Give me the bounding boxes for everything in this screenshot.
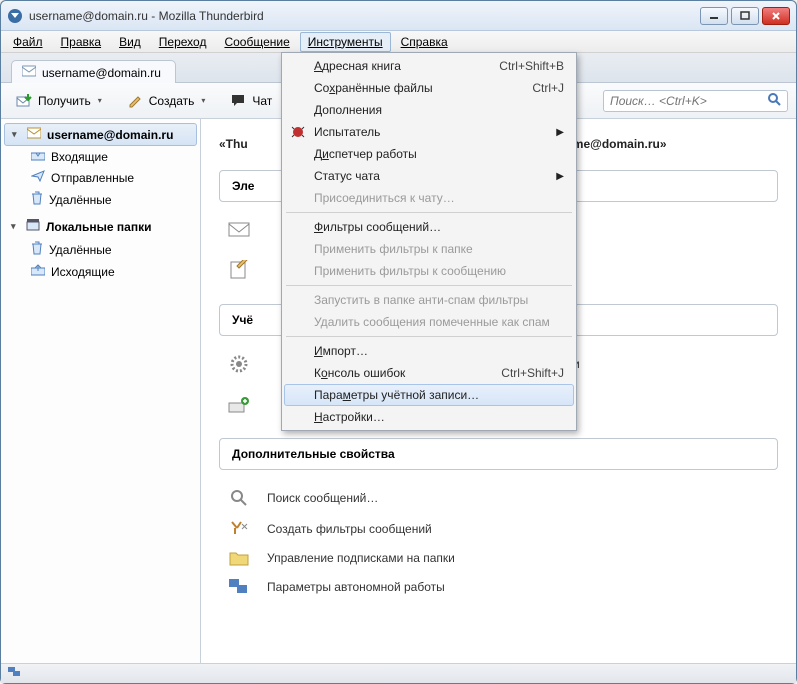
menu-import[interactable]: Импорт…	[284, 340, 574, 362]
separator	[286, 336, 572, 337]
online-status-icon[interactable]	[7, 666, 23, 681]
action-manage-subscriptions[interactable]: Управление подписками на папки	[219, 544, 778, 572]
menu-tools[interactable]: Инструменты	[300, 32, 391, 52]
close-button[interactable]	[762, 7, 790, 25]
menu-view[interactable]: Вид	[111, 32, 149, 52]
tree-sent[interactable]: Отправленные	[1, 167, 200, 188]
search-icon	[767, 92, 781, 109]
search-input[interactable]	[610, 94, 767, 108]
local-folders-icon	[26, 218, 40, 235]
tree-outbox[interactable]: Исходящие	[1, 261, 200, 282]
menu-tester[interactable]: Испытатель▶	[284, 121, 574, 143]
search-icon	[227, 488, 251, 508]
gear-icon	[227, 354, 251, 374]
get-mail-button[interactable]: Получить▾	[9, 89, 108, 113]
statusbar	[1, 663, 796, 683]
action-create-filters[interactable]: Создать фильтры сообщений	[219, 514, 778, 544]
outbox-icon	[31, 264, 45, 279]
trash-icon	[31, 241, 43, 258]
tree-local-folders[interactable]: ▾ Локальные папки	[1, 215, 200, 238]
offline-icon	[227, 578, 251, 596]
menu-addressbook[interactable]: Адресная книгаCtrl+Shift+B	[284, 55, 574, 77]
menu-message[interactable]: Сообщение	[216, 32, 297, 52]
tree-trash-2[interactable]: Удалённые	[1, 238, 200, 261]
mail-account-icon	[27, 127, 41, 142]
tree-account[interactable]: ▾ username@domain.ru	[4, 123, 197, 146]
menu-apply-filters-folder: Применить фильтры к папке	[284, 238, 574, 260]
separator	[286, 212, 572, 213]
folder-tree: ▾ username@domain.ru Входящие Отправленн…	[1, 119, 201, 663]
mail-icon	[22, 65, 36, 80]
menu-file[interactable]: Файл	[5, 32, 51, 52]
menu-saved-files[interactable]: Сохранённые файлыCtrl+J	[284, 77, 574, 99]
menu-activity-manager[interactable]: Диспетчер работы	[284, 143, 574, 165]
bug-icon	[290, 124, 306, 140]
menu-edit[interactable]: Правка	[53, 32, 110, 52]
action-search-messages[interactable]: Поиск сообщений…	[219, 482, 778, 514]
minimize-button[interactable]	[700, 7, 728, 25]
menu-message-filters[interactable]: Фильтры сообщений…	[284, 216, 574, 238]
menu-run-junk-controls: Запустить в папке анти-спам фильтры	[284, 289, 574, 311]
menu-apply-filters-message: Применить фильтры к сообщению	[284, 260, 574, 282]
collapse-icon[interactable]: ▾	[12, 129, 21, 140]
section-advanced: Дополнительные свойства	[219, 438, 778, 470]
window-titlebar: username@domain.ru - Mozilla Thunderbird	[1, 1, 796, 31]
search-box[interactable]	[603, 90, 788, 112]
menubar: Файл Правка Вид Переход Сообщение Инстру…	[1, 31, 796, 53]
inbox-icon	[31, 149, 45, 164]
separator	[286, 285, 572, 286]
maximize-button[interactable]	[731, 7, 759, 25]
menu-addons[interactable]: Дополнения	[284, 99, 574, 121]
menu-error-console[interactable]: Консоль ошибокCtrl+Shift+J	[284, 362, 574, 384]
tab-account[interactable]: username@domain.ru	[11, 60, 176, 83]
tab-label: username@domain.ru	[42, 66, 161, 80]
new-account-icon	[227, 396, 251, 414]
collapse-icon[interactable]: ▾	[11, 221, 20, 232]
menu-account-settings[interactable]: Параметры учётной записи…	[284, 384, 574, 406]
tree-trash-1[interactable]: Удалённые	[1, 188, 200, 211]
menu-options[interactable]: Настройки…	[284, 406, 574, 428]
menu-join-chat: Присоединиться к чату…	[284, 187, 574, 209]
compose-icon	[227, 260, 251, 280]
sent-icon	[31, 170, 45, 185]
window-title: username@domain.ru - Mozilla Thunderbird	[29, 9, 700, 23]
tools-dropdown: Адресная книгаCtrl+Shift+B Сохранённые ф…	[281, 52, 577, 431]
trash-icon	[31, 191, 43, 208]
menu-delete-junk: Удалить сообщения помеченные как спам	[284, 311, 574, 333]
action-offline-settings[interactable]: Параметры автономной работы	[219, 572, 778, 602]
write-button[interactable]: Создать▾	[122, 89, 212, 113]
thunderbird-icon	[7, 8, 23, 24]
folder-icon	[227, 550, 251, 566]
tree-inbox[interactable]: Входящие	[1, 146, 200, 167]
menu-go[interactable]: Переход	[151, 32, 215, 52]
read-mail-icon	[227, 220, 251, 238]
menu-help[interactable]: Справка	[393, 32, 456, 52]
menu-chat-status[interactable]: Статус чата▶	[284, 165, 574, 187]
chat-button[interactable]: Чат	[225, 90, 278, 112]
filter-icon	[227, 520, 251, 538]
